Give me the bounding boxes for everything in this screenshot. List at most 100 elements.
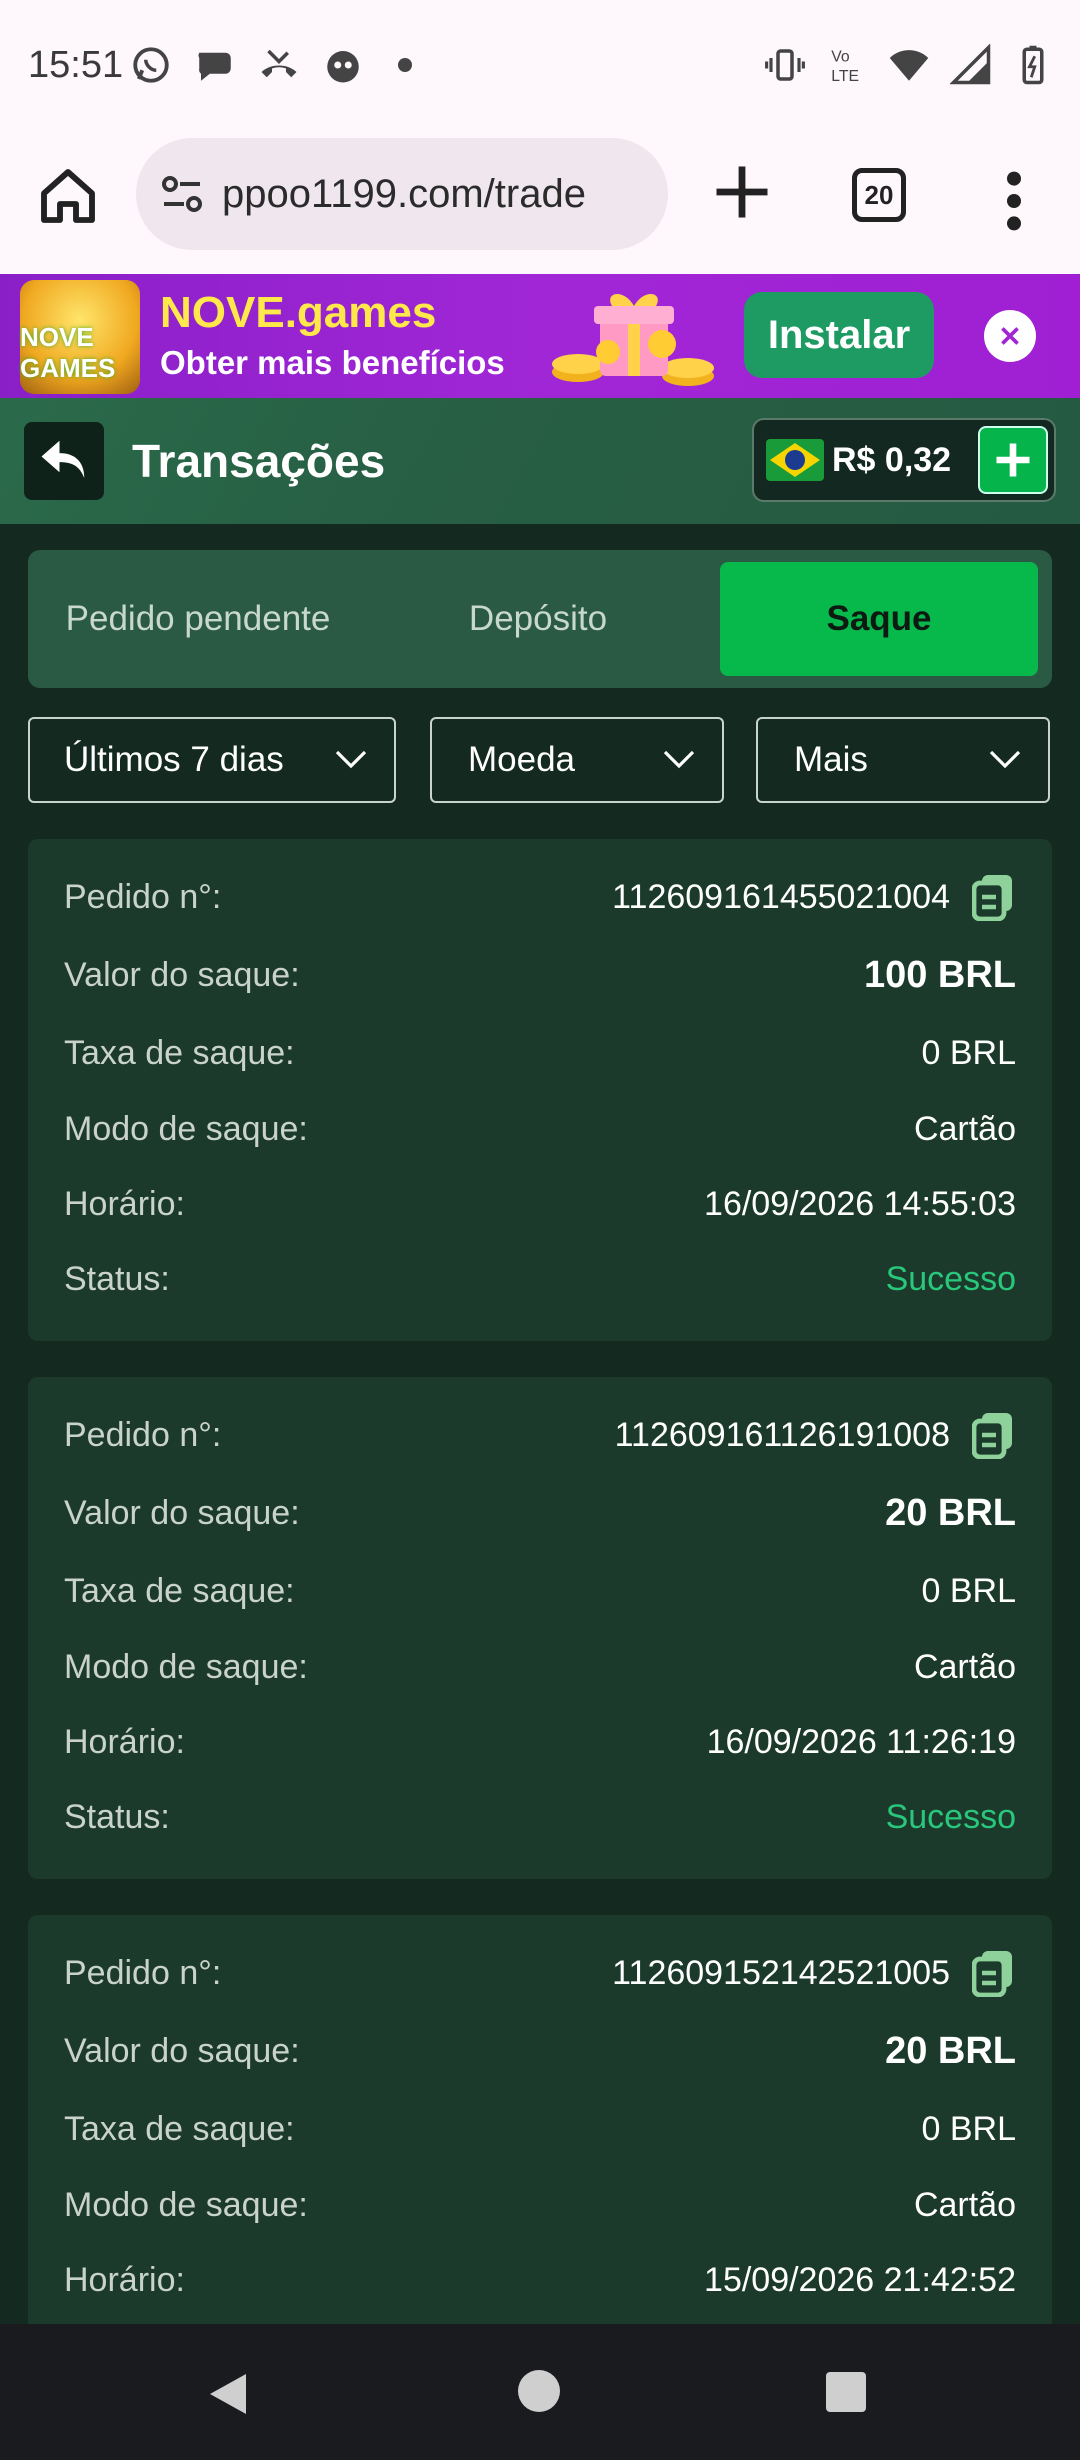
transaction-card: Pedido n°: 112609161126191008 Valor do s… (28, 1377, 1052, 1879)
tab-pending[interactable]: Pedido pendente (28, 562, 368, 676)
copy-icon[interactable] (972, 873, 1016, 921)
amount-row: Valor do saque: 100 BRL (64, 945, 1016, 1005)
currency-filter-label: Moeda (468, 740, 576, 779)
svg-text:LTE: LTE (831, 68, 859, 85)
copy-icon[interactable] (972, 1949, 1016, 1997)
system-nav-bar (0, 2324, 1080, 2460)
transaction-card: Pedido n°: 112609152142521005 Valor do s… (28, 1915, 1052, 2324)
time-label: Horário: (64, 1722, 185, 1761)
mode-value: Cartão (913, 1647, 1016, 1686)
banner-subtitle: Obter mais benefícios (160, 344, 505, 381)
status-row: Status: Sucesso (64, 1249, 1016, 1309)
tab-deposit[interactable]: Depósito (368, 562, 708, 676)
status-row: Status: Sucesso (64, 1787, 1016, 1847)
mode-row: Modo de saque: Cartão (64, 2175, 1016, 2235)
time-value: 15/09/2026 21:42:52 (704, 2260, 1016, 2299)
mode-row: Modo de saque: Cartão (64, 1099, 1016, 1159)
balance-widget: R$ 0,32 (752, 418, 1056, 502)
more-filter-label: Mais (794, 740, 868, 779)
amount-row: Valor do saque: 20 BRL (64, 1483, 1016, 1543)
mode-value: Cartão (913, 2185, 1016, 2224)
amount-value: 20 BRL (885, 2029, 1016, 2072)
transaction-card: Pedido n°: 112609161455021004 Valor do s… (28, 839, 1052, 1341)
gift-coins-icon (552, 293, 714, 386)
brazil-flag-icon (766, 439, 824, 481)
address-bar[interactable]: ppoo1199.com/trade (136, 138, 668, 250)
tab-switcher-button[interactable]: 20 (852, 168, 906, 222)
chat-icon (198, 52, 231, 81)
time-value: 16/09/2026 11:26:19 (706, 1722, 1016, 1761)
close-icon (1001, 327, 1019, 345)
back-button[interactable] (24, 422, 104, 500)
order-row: Pedido n°: 112609161126191008 (64, 1405, 1016, 1465)
logo-text: NOVE GAMES (20, 322, 116, 383)
new-tab-icon[interactable] (708, 158, 776, 226)
fee-label: Taxa de saque: (64, 1033, 295, 1072)
fee-row: Taxa de saque: 0 BRL (64, 1561, 1016, 1621)
fee-row: Taxa de saque: 0 BRL (64, 1023, 1016, 1083)
copy-icon[interactable] (972, 1411, 1016, 1459)
order-row: Pedido n°: 112609152142521005 (64, 1943, 1016, 2003)
amount-value: 100 BRL (863, 953, 1016, 996)
app-icon (327, 51, 359, 83)
wifi-icon (889, 50, 929, 81)
status-value: Sucesso (885, 1259, 1016, 1298)
plus-icon (996, 443, 1030, 477)
time-row: Horário: 16/09/2026 14:55:03 (64, 1174, 1016, 1234)
close-banner-button[interactable] (984, 310, 1036, 362)
app-logo: NOVE GAMES (20, 280, 140, 394)
more-filter[interactable]: Mais (756, 717, 1050, 803)
fee-value: 0 BRL (921, 1571, 1017, 1610)
amount-label: Valor do saque: (64, 1493, 300, 1532)
url-text[interactable]: ppoo1199.com/trade (222, 172, 652, 217)
site-settings-icon[interactable] (158, 170, 206, 218)
amount-label: Valor do saque: (64, 2031, 300, 2070)
tab-withdraw[interactable]: Saque (720, 562, 1038, 676)
order-number: 112609161455021004 (612, 877, 950, 916)
browser-toolbar: ppoo1199.com/trade 20 (0, 136, 1080, 274)
nav-home-icon[interactable] (518, 2370, 560, 2412)
period-filter[interactable]: Últimos 7 dias (28, 717, 396, 803)
chevron-down-icon (663, 750, 695, 769)
status-value: Sucesso (885, 1797, 1016, 1836)
mode-label: Modo de saque: (64, 1109, 308, 1148)
order-label: Pedido n°: (64, 877, 222, 916)
install-banner: NOVE GAMES NOVE.games Obter mais benefíc… (0, 274, 1080, 398)
more-options-icon[interactable] (1000, 166, 1028, 236)
amount-value: 20 BRL (885, 1491, 1016, 1534)
transaction-tabs: Pedido pendente Depósito Saque (28, 550, 1052, 688)
status-label: Status: (64, 1797, 170, 1836)
status-label: Status: (64, 1259, 170, 1298)
system-icons: Vo LTE (764, 44, 1054, 86)
fee-label: Taxa de saque: (64, 2109, 295, 2148)
back-arrow-icon (41, 440, 85, 478)
balance-amount: R$ 0,32 (832, 440, 952, 479)
deposit-button[interactable] (978, 426, 1048, 494)
more-notifications-icon (398, 58, 412, 72)
fee-row: Taxa de saque: 0 BRL (64, 2099, 1016, 2159)
order-number: 112609161126191008 (614, 1415, 950, 1454)
volte-icon: Vo LTE (831, 49, 859, 85)
chevron-down-icon (335, 750, 367, 769)
signal-icon (950, 44, 991, 85)
page-title: Transações (132, 435, 386, 487)
amount-label: Valor do saque: (64, 955, 300, 994)
banner-title: NOVE.games (160, 288, 437, 337)
currency-filter[interactable]: Moeda (430, 717, 724, 803)
time-label: Horário: (64, 1184, 185, 1223)
time-value: 16/09/2026 14:55:03 (704, 1184, 1016, 1223)
mode-value: Cartão (913, 1109, 1016, 1148)
amount-row: Valor do saque: 20 BRL (64, 2021, 1016, 2081)
period-filter-label: Últimos 7 dias (64, 740, 284, 779)
page-header: Transações R$ 0,32 (0, 398, 1080, 524)
nav-back-icon[interactable] (206, 2370, 250, 2418)
time-label: Horário: (64, 2260, 185, 2299)
order-label: Pedido n°: (64, 1953, 222, 1992)
whatsapp-icon (133, 47, 169, 83)
home-icon[interactable] (36, 164, 100, 228)
nav-recents-icon[interactable] (826, 2372, 866, 2412)
svg-text:Vo: Vo (831, 49, 850, 66)
install-button[interactable]: Instalar (744, 292, 934, 378)
chevron-down-icon (989, 750, 1021, 769)
vibrate-icon (765, 49, 805, 81)
